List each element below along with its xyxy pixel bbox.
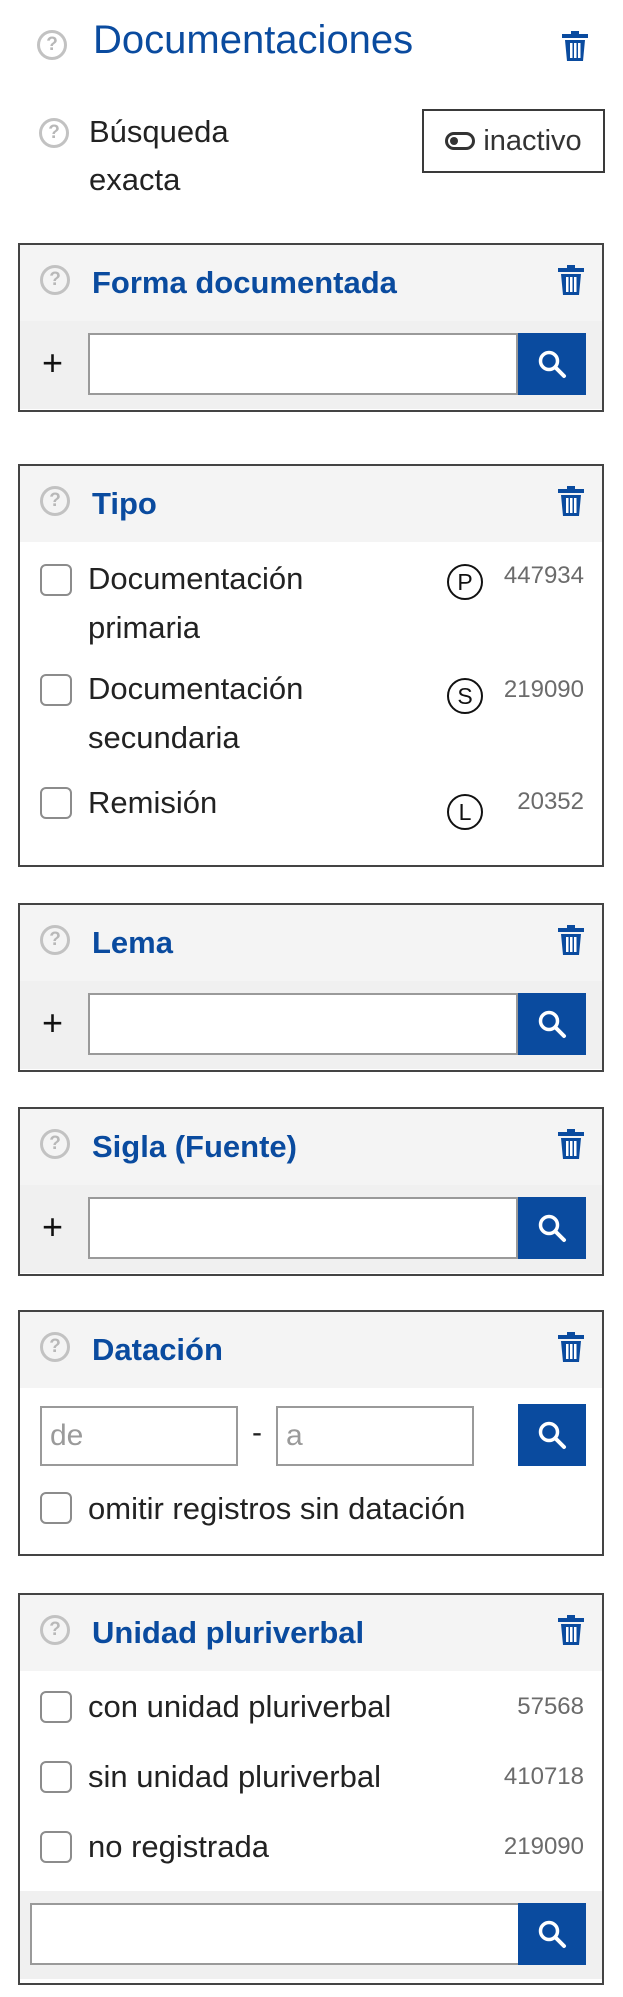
exact-search-label: Búsqueda exacta	[89, 114, 229, 197]
panel-title: Sigla (Fuente)	[92, 1129, 297, 1164]
help-icon[interactable]: ?	[40, 1332, 70, 1362]
item-label: omitir registros sin datación	[88, 1491, 466, 1526]
item-count: 447934	[503, 562, 584, 589]
tipo-panel: ? Tipo Documentación primaria P 447934 D…	[18, 464, 604, 867]
panel-header: ? Sigla (Fuente)	[20, 1109, 602, 1185]
section-title: Documentaciones	[93, 18, 414, 62]
list-item[interactable]: omitir registros sin datación	[20, 1484, 602, 1550]
list-item[interactable]: sin unidad pluriverbal 410718	[20, 1741, 602, 1811]
item-label: Documentación primaria	[88, 561, 304, 645]
forma-input[interactable]	[88, 333, 518, 395]
checkbox[interactable]	[40, 1691, 72, 1723]
search-button[interactable]	[518, 1404, 586, 1466]
search-icon	[538, 350, 566, 378]
help-icon[interactable]: ?	[40, 265, 70, 295]
panel-header: ? Datación	[20, 1312, 602, 1388]
panel-header: ? Lema	[20, 905, 602, 981]
trash-icon[interactable]	[558, 1615, 584, 1645]
lema-panel: ? Lema +	[18, 903, 604, 1072]
primary-badge-icon: P	[447, 564, 483, 600]
search-button[interactable]	[518, 993, 586, 1055]
panel-header: ? Unidad pluriverbal	[20, 1595, 602, 1671]
secondary-badge-icon: S	[447, 678, 483, 714]
search-icon	[538, 1214, 566, 1242]
item-count: 57568	[517, 1693, 584, 1720]
checkbox[interactable]	[40, 564, 72, 596]
panel-header: ? Forma documentada	[20, 245, 602, 321]
date-from-input[interactable]	[40, 1406, 238, 1466]
plus-icon[interactable]: +	[42, 343, 63, 383]
panel-title: Unidad pluriverbal	[92, 1615, 365, 1650]
item-count: 410718	[503, 1763, 584, 1790]
item-label: Documentación secundaria	[88, 671, 304, 755]
plus-icon[interactable]: +	[42, 1003, 63, 1043]
list-item[interactable]: no registrada 219090	[20, 1811, 602, 1891]
panel-header: ? Tipo	[20, 466, 602, 542]
sigla-panel: ? Sigla (Fuente) +	[18, 1107, 604, 1276]
datacion-panel: ? Datación - omitir registros sin dataci…	[18, 1310, 604, 1556]
item-label: sin unidad pluriverbal	[88, 1759, 381, 1794]
item-label: no registrada	[88, 1829, 269, 1864]
search-row: +	[20, 1185, 602, 1273]
search-button[interactable]	[518, 1903, 586, 1965]
list-item[interactable]: Documentación secundaria S 219090	[20, 662, 602, 782]
checkbox[interactable]	[40, 787, 72, 819]
exact-search-toggle[interactable]: inactivo	[422, 109, 605, 173]
list-item[interactable]: Documentación primaria P 447934	[20, 542, 602, 662]
search-button[interactable]	[518, 333, 586, 395]
search-row	[20, 1891, 602, 1979]
help-icon[interactable]: ?	[40, 1129, 70, 1159]
item-label: con unidad pluriverbal	[88, 1689, 392, 1724]
trash-icon[interactable]	[558, 1129, 584, 1159]
panel-title: Forma documentada	[92, 265, 397, 300]
lema-input[interactable]	[88, 993, 518, 1055]
trash-icon[interactable]	[558, 265, 584, 295]
date-range-row: -	[20, 1388, 602, 1484]
checkbox[interactable]	[40, 1492, 72, 1524]
item-count: 219090	[503, 1833, 584, 1860]
search-row: +	[20, 981, 602, 1069]
item-count: 219090	[503, 676, 584, 703]
panel-title: Tipo	[92, 486, 157, 521]
help-icon[interactable]: ?	[40, 486, 70, 516]
plus-icon[interactable]: +	[42, 1207, 63, 1247]
trash-icon[interactable]	[558, 486, 584, 516]
date-to-input[interactable]	[276, 1406, 474, 1466]
search-icon	[538, 1920, 566, 1948]
panel-title: Datación	[92, 1332, 223, 1367]
forma-documentada-panel: ? Forma documentada +	[18, 243, 604, 412]
unidad-input[interactable]	[30, 1903, 520, 1965]
search-row: +	[20, 321, 602, 409]
range-separator: -	[252, 1416, 262, 1449]
panel-title: Lema	[92, 925, 173, 960]
trash-icon[interactable]	[558, 1332, 584, 1362]
checkbox[interactable]	[40, 674, 72, 706]
help-icon[interactable]: ?	[39, 118, 69, 148]
remission-badge-icon: L	[447, 794, 483, 830]
item-label: Remisión	[88, 785, 218, 820]
help-icon[interactable]: ?	[40, 925, 70, 955]
help-icon[interactable]: ?	[37, 30, 67, 60]
sigla-input[interactable]	[88, 1197, 518, 1259]
list-item[interactable]: Remisión L 20352	[20, 782, 602, 862]
checkbox[interactable]	[40, 1761, 72, 1793]
trash-icon[interactable]	[558, 925, 584, 955]
toggle-off-icon	[445, 132, 476, 150]
item-count: 20352	[517, 788, 584, 815]
checkbox[interactable]	[40, 1831, 72, 1863]
search-icon	[538, 1010, 566, 1038]
unidad-panel: ? Unidad pluriverbal con unidad pluriver…	[18, 1593, 604, 1985]
search-button[interactable]	[518, 1197, 586, 1259]
toggle-label: inactivo	[483, 124, 582, 157]
list-item[interactable]: con unidad pluriverbal 57568	[20, 1671, 602, 1741]
search-icon	[538, 1421, 566, 1449]
trash-icon[interactable]	[562, 31, 588, 61]
help-icon[interactable]: ?	[40, 1615, 70, 1645]
